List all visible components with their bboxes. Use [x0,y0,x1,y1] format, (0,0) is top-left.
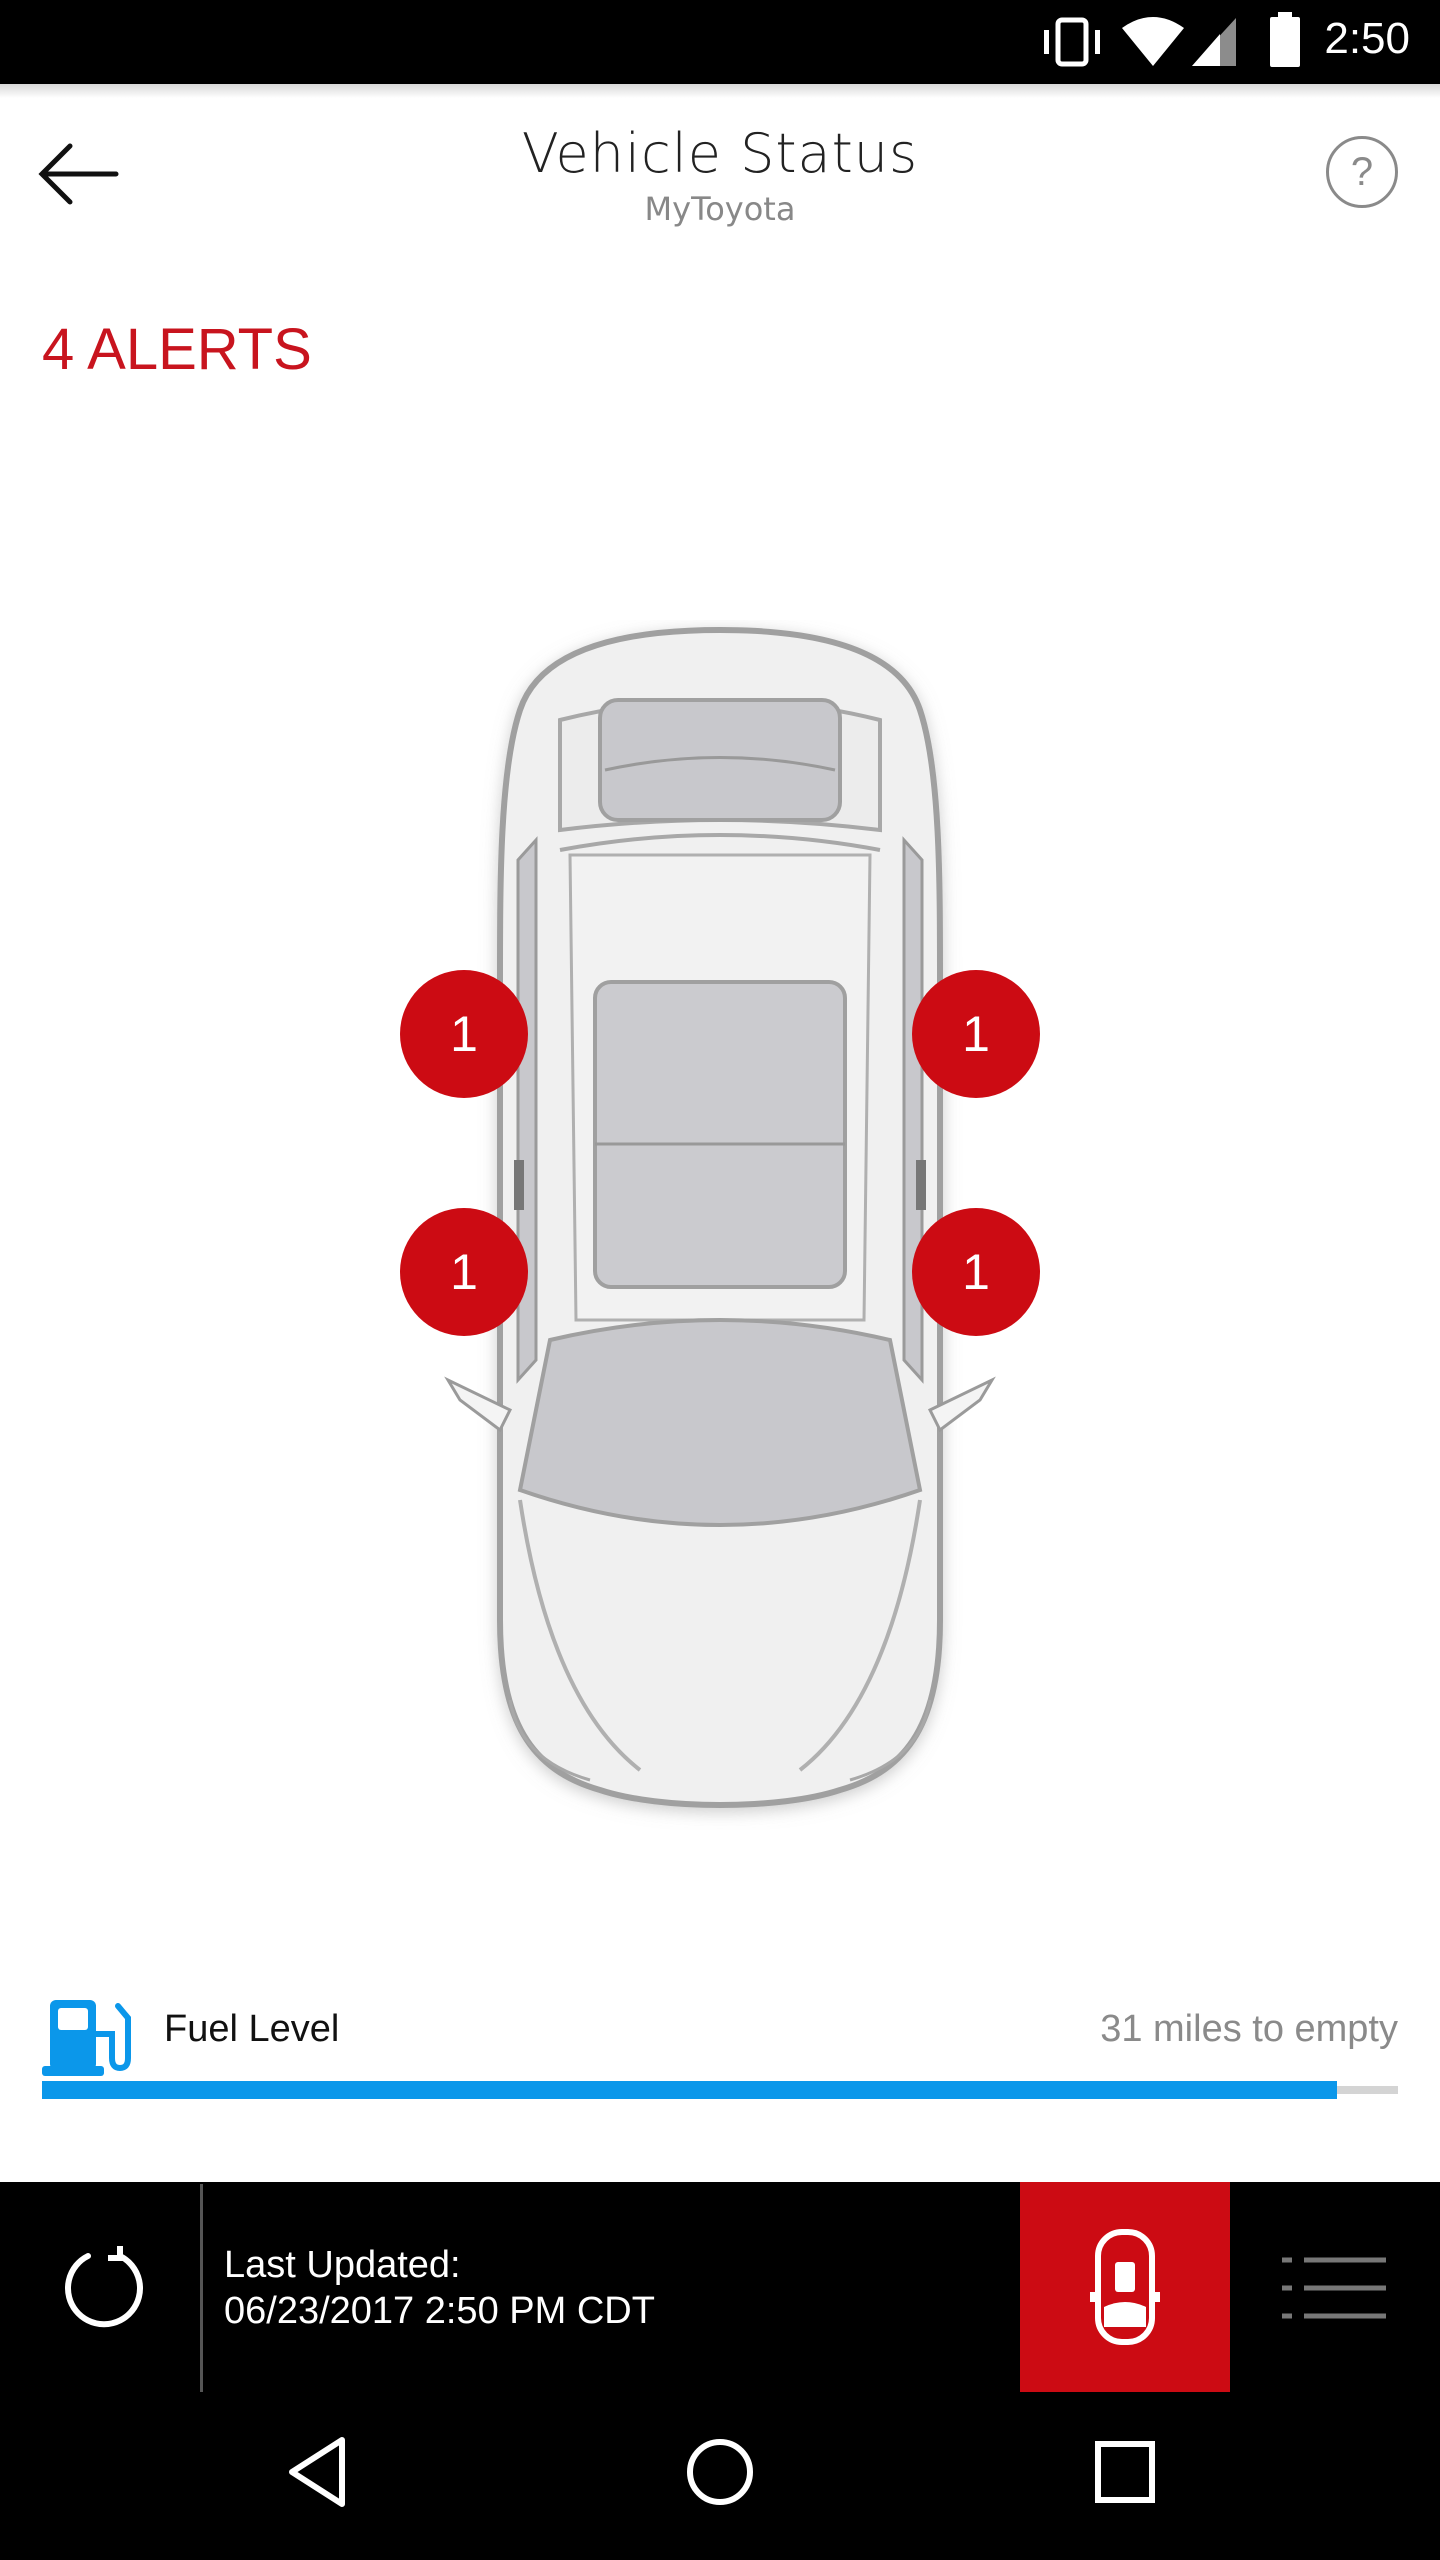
door-alert-front-left[interactable]: 1 [400,970,528,1098]
battery-icon [1270,12,1300,67]
door-alert-rear-right[interactable]: 1 [912,1208,1040,1336]
header-shadow [0,84,1440,98]
door-alert-front-right[interactable]: 1 [912,970,1040,1098]
car-icon [1090,2229,1160,2345]
toolbar-divider [200,2184,203,2392]
status-time: 2:50 [1324,14,1410,63]
nav-back-icon[interactable] [282,2432,352,2512]
bottom-toolbar: Last Updated: 06/23/2017 2:50 PM CDT [0,2182,1440,2392]
last-updated-value: 06/23/2017 2:50 PM CDT [224,2290,655,2332]
page-subtitle: MyToyota [644,190,796,228]
nav-recents-icon[interactable] [1090,2434,1160,2510]
system-nav-bar [0,2392,1440,2560]
vibrate-icon [1044,17,1100,67]
door-alert-rear-left[interactable]: 1 [400,1208,528,1336]
page-title: Vehicle Status [521,122,919,185]
help-button[interactable]: ? [1326,136,1398,208]
last-updated-label: Last Updated: [224,2244,461,2286]
fuel-level-fill [42,2081,1337,2099]
refresh-button[interactable] [58,2242,150,2334]
fuel-range-text: 31 miles to empty [1100,2008,1398,2050]
car-top-view-illustration [444,626,996,1808]
list-icon [1282,2257,1386,2319]
vehicle-diagram: 1 1 1 1 [400,620,1040,1830]
alerts-count: 4 ALERTS [42,317,312,382]
last-updated: Last Updated: 06/23/2017 2:50 PM CDT [224,2242,655,2334]
fuel-pump-icon [42,2000,131,2076]
status-bar: 2:50 [0,0,1440,84]
fuel-level-label: Fuel Level [164,2008,340,2050]
wifi-icon [1122,17,1184,66]
cell-signal-icon [1192,18,1236,66]
nav-home-icon[interactable] [682,2432,758,2512]
app-header: Vehicle Status MyToyota ? [0,84,1440,264]
vehicle-view-button[interactable] [1020,2182,1230,2392]
refresh-icon [65,2246,143,2328]
list-view-button[interactable] [1280,2252,1390,2324]
fuel-level-bar [42,2081,1398,2099]
